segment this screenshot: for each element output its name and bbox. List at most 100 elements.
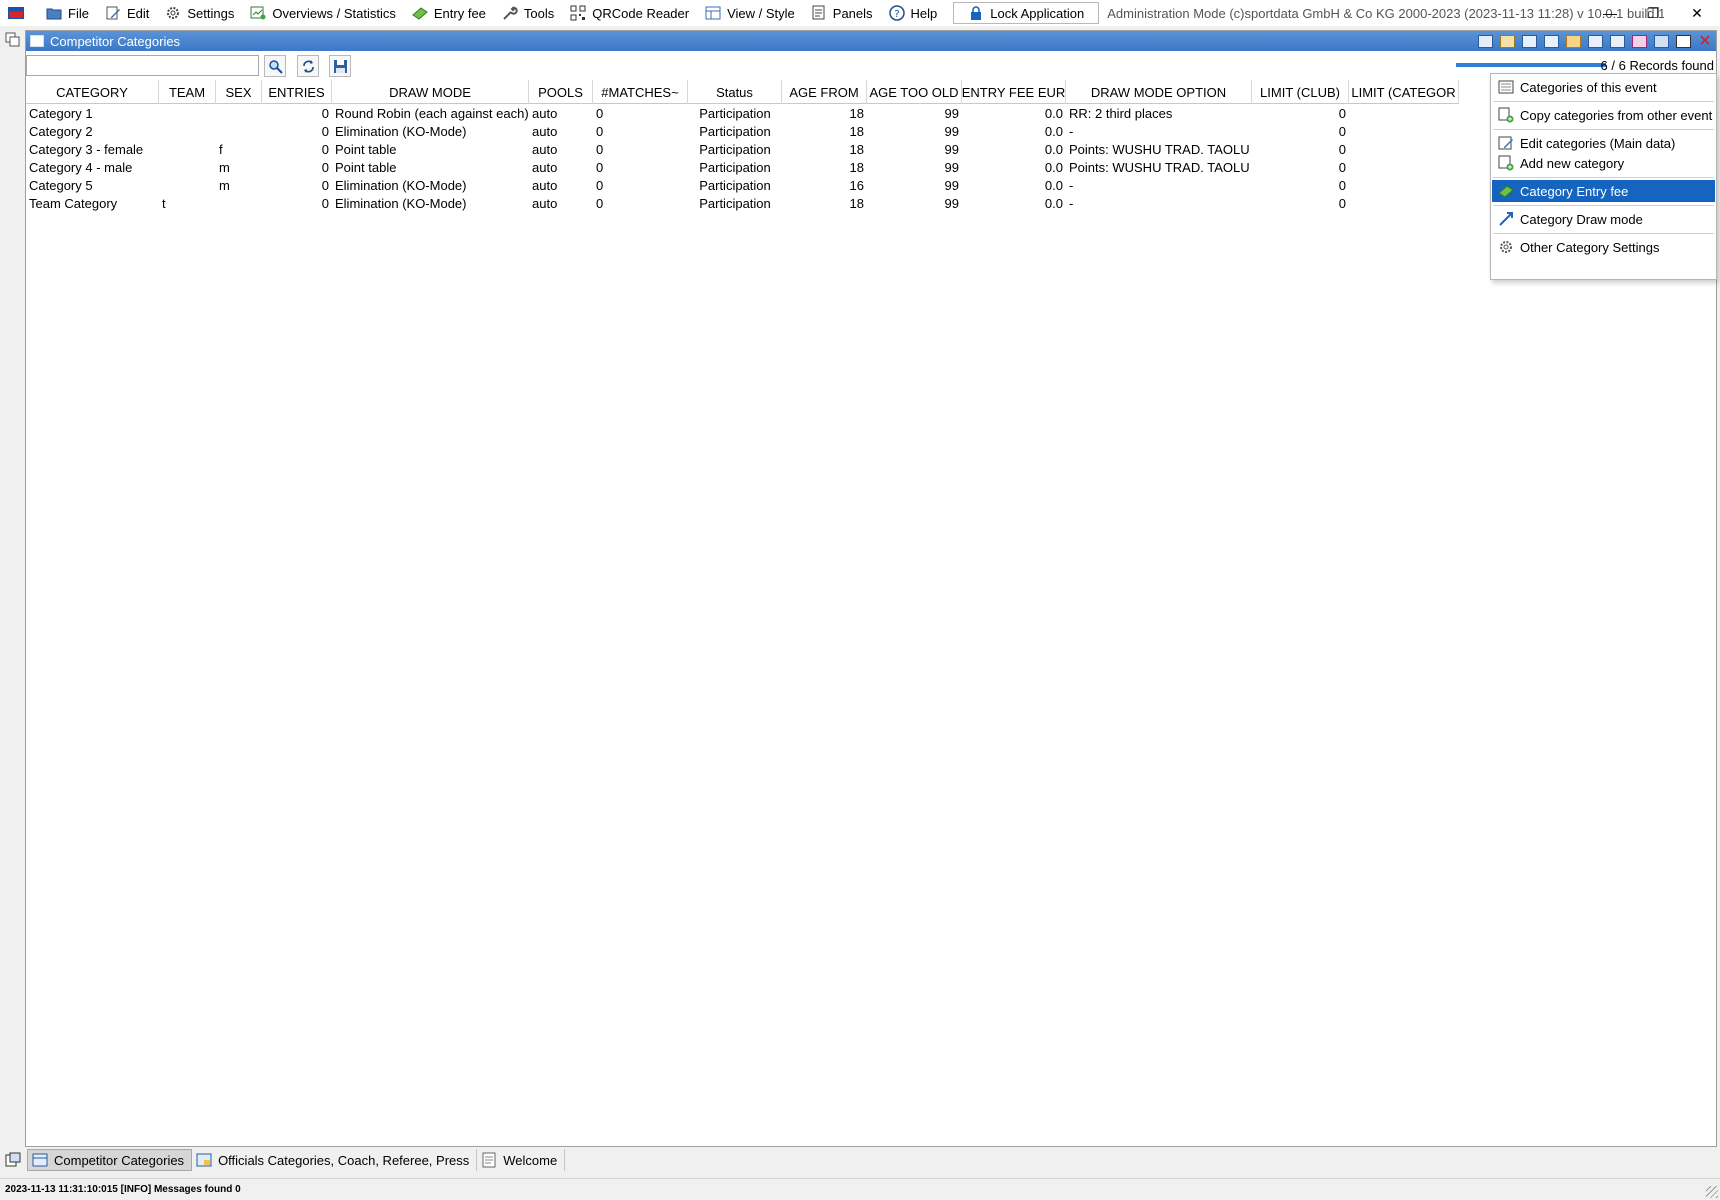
app-logo-icon [8, 7, 24, 19]
dropdown-item[interactable]: Edit categories (Main data) [1492, 132, 1715, 154]
dropdown-item-label: Add new category [1520, 155, 1625, 171]
menu-help[interactable]: ? Help [881, 2, 946, 24]
open-folder-tool-icon[interactable] [1474, 32, 1496, 50]
tab-welcome[interactable]: Welcome [477, 1149, 566, 1171]
table-cell [216, 195, 262, 213]
menu-settings[interactable]: Settings [157, 2, 242, 24]
dropdown-item[interactable]: Category Entry fee [1492, 180, 1715, 202]
table-row[interactable]: Category 5 m 0 Elimination (KO-Mode) auto 0 Pa… [26, 177, 1459, 195]
restore-button[interactable]: ❐ [1630, 0, 1676, 26]
menu-entry-fee[interactable]: Entry fee [404, 2, 494, 24]
columns-tool-icon[interactable] [1584, 32, 1606, 50]
table-row[interactable]: Category 1 0 Round Robin (each against eac… [26, 105, 1459, 123]
table-cell: auto [532, 196, 558, 211]
table-header: CATEGORY TEAM SEX ENTRIES DRAW MODE POOLS #MAT… [26, 80, 1459, 104]
menu-edit[interactable]: Edit [97, 2, 157, 24]
table-cell: 0 [596, 142, 604, 157]
column-header[interactable]: Status [688, 80, 782, 104]
table-cell: 0.0 [1044, 106, 1063, 121]
list-tool-icon[interactable] [1540, 32, 1562, 50]
dropdown-item-label: Copy categories from other event [1520, 107, 1713, 123]
draw-mode-icon [1498, 211, 1514, 227]
column-header[interactable]: TEAM [159, 80, 216, 104]
table-row[interactable]: Category 4 - male m 0 Point table auto 0 Parti… [26, 159, 1459, 177]
column-header[interactable]: POOLS [529, 80, 593, 104]
table-cell: 0 [596, 178, 604, 193]
table-cell: 0 [321, 106, 329, 121]
table-cell: 18 [849, 142, 864, 157]
dropdown-item-label: Category Draw mode [1520, 211, 1643, 227]
column-header[interactable]: AGE FROM [782, 80, 867, 104]
dropdown-item-label: Other Category Settings [1520, 239, 1660, 255]
rows-tool-icon[interactable] [1606, 32, 1628, 50]
menu-tools[interactable]: Tools [494, 2, 562, 24]
print-tool-icon[interactable] [1628, 32, 1650, 50]
lock-application-button[interactable]: Lock Application [953, 2, 1100, 24]
table-cell: Team Category [29, 196, 118, 211]
save-button[interactable] [329, 55, 351, 77]
dropdown-item[interactable]: Other Category Settings [1492, 236, 1715, 258]
table-cell: Elimination (KO-Mode) [335, 178, 467, 193]
table-cell: 18 [849, 124, 864, 139]
close-panel-icon[interactable]: ✕ [1694, 31, 1716, 51]
refresh-button[interactable] [297, 55, 319, 77]
table-cell: 18 [849, 196, 864, 211]
tab-officials-categories[interactable]: Officials Categories, Coach, Referee, Pr… [192, 1149, 478, 1171]
table-cell: Points: WUSHU TRAD. TAOLU [1069, 160, 1250, 175]
competitor-categories-panel: Competitor Categories ✕ 6 / 6 Records fo… [25, 30, 1717, 1147]
column-header[interactable]: DRAW MODE [332, 80, 529, 104]
panel-switch-icon[interactable] [5, 32, 20, 47]
column-header[interactable]: SEX [216, 80, 262, 104]
column-header[interactable]: CATEGORY [26, 80, 159, 104]
dropdown-item-label: Edit categories (Main data) [1520, 135, 1676, 151]
menu-panels[interactable]: Panels [803, 2, 881, 24]
column-header[interactable]: ENTRY FEE EUR [962, 80, 1066, 104]
table-tool-icon[interactable] [1650, 32, 1672, 50]
search-button[interactable] [264, 55, 286, 77]
menu-overviews-statistics[interactable]: Overviews / Statistics [242, 2, 404, 24]
column-header[interactable]: LIMIT (CLUB) [1252, 80, 1349, 104]
detach-panel-icon[interactable] [1672, 32, 1694, 50]
table-row[interactable]: Category 2 0 Elimination (KO-Mode) auto 0 Par… [26, 123, 1459, 141]
menu-qrcode-reader[interactable]: QRCode Reader [562, 2, 697, 24]
form-tool-icon[interactable] [1518, 32, 1540, 50]
resize-grip-icon[interactable] [1706, 1186, 1718, 1198]
add-category-icon [1498, 155, 1514, 171]
column-header[interactable]: LIMIT (CATEGOR [1349, 80, 1459, 104]
export-tool-icon[interactable] [1562, 32, 1584, 50]
table-body: Category 1 0 Round Robin (each against eac… [26, 105, 1459, 213]
table-row[interactable]: Team Category t 0 Elimination (KO-Mode) auto… [26, 195, 1459, 213]
menu-view-style[interactable]: View / Style [697, 2, 803, 24]
table-cell: - [1069, 124, 1074, 139]
table-cell: 0 [321, 196, 329, 211]
table-cell [1349, 177, 1459, 195]
tabs-window-icon[interactable] [5, 1152, 23, 1168]
search-icon [268, 59, 283, 74]
menu-separator [1493, 101, 1714, 102]
tab-competitor-categories[interactable]: Competitor Categories [27, 1149, 193, 1171]
money-icon [412, 5, 428, 21]
table-cell [1349, 123, 1459, 141]
table-cell: 0 [1338, 124, 1346, 139]
dropdown-item[interactable]: Add new category [1492, 152, 1715, 174]
dropdown-item[interactable]: Category Draw mode [1492, 208, 1715, 230]
table-cell: 16 [849, 178, 864, 193]
help-icon: ? [888, 5, 905, 21]
minimize-button[interactable]: — [1587, 0, 1633, 26]
dropdown-item[interactable]: Categories of this event [1492, 76, 1715, 98]
bottom-tab-bar: Competitor Categories Officials Categori… [0, 1148, 1720, 1172]
close-window-button[interactable]: ✕ [1674, 0, 1720, 26]
clipboard-tool-icon[interactable] [1496, 32, 1518, 50]
search-input[interactable] [26, 55, 259, 76]
table-row[interactable]: Category 3 - female f 0 Point table auto 0 Par… [26, 141, 1459, 159]
menu-separator [1493, 129, 1714, 130]
column-header[interactable]: #MATCHES~ [593, 80, 688, 104]
dropdown-item-label: Categories of this event [1520, 79, 1657, 95]
qrcode-icon [570, 5, 586, 21]
menu-file[interactable]: File [38, 2, 97, 24]
view-icon [705, 5, 721, 21]
column-header[interactable]: ENTRIES [262, 80, 332, 104]
column-header[interactable]: DRAW MODE OPTION [1066, 80, 1252, 104]
column-header[interactable]: AGE TOO OLD [867, 80, 962, 104]
dropdown-item[interactable]: Copy categories from other event [1492, 104, 1715, 126]
